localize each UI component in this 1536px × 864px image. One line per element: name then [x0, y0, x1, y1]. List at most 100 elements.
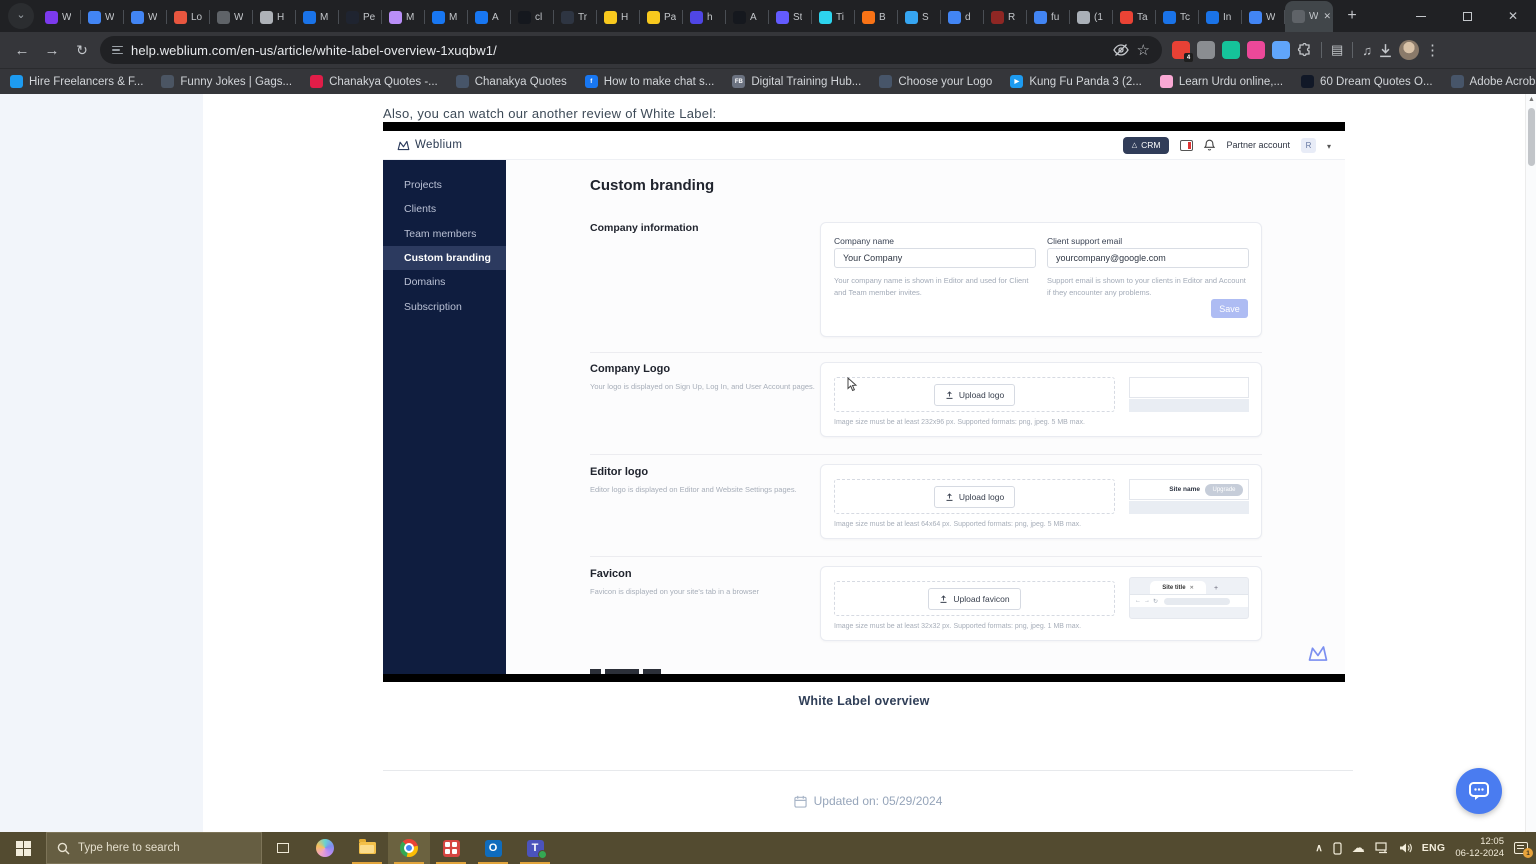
browser-tab[interactable]: Tr	[554, 2, 597, 32]
browser-tab[interactable]: Pa	[640, 2, 683, 32]
browser-tab[interactable]: Tc	[1156, 2, 1199, 32]
media-controls-icon[interactable]	[1362, 43, 1372, 58]
browser-tab[interactable]: M	[382, 2, 425, 32]
browser-tab[interactable]: cl	[511, 2, 554, 32]
partner-account-label[interactable]: Partner account	[1226, 140, 1290, 150]
extension-icon[interactable]	[1222, 41, 1240, 59]
embedded-video[interactable]: Weblium CRM Partner account R Projects	[383, 122, 1345, 682]
minimize-button[interactable]	[1398, 0, 1444, 32]
browser-tab[interactable]: M	[296, 2, 339, 32]
bookmark-item[interactable]: Adobe Acrobat	[1451, 75, 1536, 88]
site-info-icon[interactable]	[112, 46, 123, 55]
scrollbar-thumb[interactable]	[1528, 108, 1535, 166]
browser-tab[interactable]: W	[124, 2, 167, 32]
volume-icon[interactable]	[1399, 842, 1412, 854]
logo-dropzone[interactable]: Upload logo	[834, 479, 1115, 514]
browser-tab[interactable]: Lo	[167, 2, 210, 32]
reload-button[interactable]	[70, 38, 94, 62]
extension-icon[interactable]	[1247, 41, 1265, 59]
browser-menu-icon[interactable]	[1425, 41, 1440, 59]
back-button[interactable]	[10, 38, 34, 62]
crm-sidebar-item[interactable]: Custom branding	[383, 246, 506, 270]
close-window-button[interactable]	[1490, 0, 1536, 32]
bookmark-item[interactable]: ▶ Kung Fu Panda 3 (2...	[1010, 75, 1142, 88]
taskbar-search[interactable]: Type here to search	[46, 832, 262, 864]
crm-sidebar-item[interactable]: Domains	[383, 270, 506, 294]
bookmark-item[interactable]: Learn Urdu online,...	[1160, 75, 1283, 88]
extensions-puzzle-icon[interactable]	[1297, 43, 1312, 58]
bookmark-item[interactable]: Hire Freelancers & F...	[10, 75, 143, 88]
chat-widget-button[interactable]	[1456, 768, 1502, 814]
chevron-down-icon[interactable]	[1327, 136, 1331, 154]
scrollbar-up-arrow[interactable]	[1527, 96, 1536, 103]
url-text[interactable]: help.weblium.com/en-us/article/white-lab…	[131, 43, 497, 58]
upload-logo-button[interactable]: Upload logo	[934, 486, 1015, 508]
browser-tab[interactable]: St	[769, 2, 812, 32]
bookmark-item[interactable]: 60 Dream Quotes O...	[1301, 75, 1433, 88]
clock[interactable]: 12:05 06-12-2024	[1455, 836, 1504, 860]
bookmark-item[interactable]: Funny Jokes | Gags...	[161, 75, 292, 88]
favicon-dropzone[interactable]: Upload favicon	[834, 581, 1115, 616]
browser-tab[interactable]: B	[855, 2, 898, 32]
browser-tab[interactable]: fu	[1027, 2, 1070, 32]
bookmark-item[interactable]: f How to make chat s...	[585, 75, 715, 88]
language-indicator[interactable]: ENG	[1422, 842, 1446, 854]
tab-search-icon[interactable]	[8, 3, 34, 29]
bookmark-star-icon[interactable]	[1137, 41, 1150, 59]
crm-sidebar-item[interactable]: Team members	[383, 222, 506, 246]
browser-tab[interactable]: R	[984, 2, 1027, 32]
bookmark-item[interactable]: FB Digital Training Hub...	[732, 75, 861, 88]
browser-tab[interactable]: h	[683, 2, 726, 32]
upgrade-button[interactable]: Upgrade	[1205, 484, 1243, 496]
extension-icon[interactable]: 4	[1172, 41, 1190, 59]
browser-tab[interactable]: W	[38, 2, 81, 32]
extension-icon[interactable]	[1272, 41, 1290, 59]
upload-favicon-button[interactable]: Upload favicon	[928, 588, 1020, 610]
logo-dropzone[interactable]: Upload logo	[834, 377, 1115, 412]
support-email-input[interactable]: yourcompany@google.com	[1047, 248, 1249, 268]
browser-tab[interactable]: (1	[1070, 2, 1113, 32]
tab-close-icon[interactable]	[1323, 11, 1331, 22]
side-panel-icon[interactable]	[1331, 42, 1343, 58]
address-bar[interactable]: help.weblium.com/en-us/article/white-lab…	[100, 36, 1162, 64]
crm-sidebar-item[interactable]: Subscription	[383, 294, 506, 318]
eye-off-icon[interactable]	[1113, 43, 1129, 57]
crm-avatar[interactable]: R	[1301, 138, 1316, 153]
whats-new-icon[interactable]	[1180, 140, 1193, 151]
crm-button[interactable]: CRM	[1123, 137, 1170, 154]
profile-avatar[interactable]	[1399, 40, 1419, 60]
browser-tab[interactable]: S	[898, 2, 941, 32]
onedrive-icon[interactable]	[1352, 840, 1365, 856]
browser-tab[interactable]: Ta	[1113, 2, 1156, 32]
browser-tab[interactable]: W	[1242, 2, 1285, 32]
crm-sidebar-item[interactable]: Clients	[383, 197, 506, 221]
browser-tab[interactable]: d	[941, 2, 984, 32]
browser-tab[interactable]: M	[425, 2, 468, 32]
your-phone-icon[interactable]	[1333, 842, 1342, 855]
bookmark-item[interactable]: Chanakya Quotes -...	[310, 75, 438, 88]
notification-center-button[interactable]: 1	[1514, 842, 1528, 854]
browser-tab[interactable]: W	[210, 2, 253, 32]
forward-button[interactable]	[40, 38, 64, 62]
browser-tab[interactable]: In	[1199, 2, 1242, 32]
page-scrollbar[interactable]	[1525, 94, 1536, 832]
browser-tab[interactable]: A	[468, 2, 511, 32]
browser-tab[interactable]: H	[253, 2, 296, 32]
bookmark-item[interactable]: Choose your Logo	[879, 75, 992, 88]
task-view-button[interactable]	[262, 832, 304, 864]
browser-tab[interactable]: Pe	[339, 2, 382, 32]
outlook-button[interactable]: O	[472, 832, 514, 864]
crm-sidebar-item[interactable]: Projects	[383, 173, 506, 197]
bell-icon[interactable]	[1204, 139, 1215, 151]
company-name-input[interactable]: Your Company	[834, 248, 1036, 268]
new-tab-button[interactable]	[1339, 3, 1365, 29]
maximize-button[interactable]	[1444, 0, 1490, 32]
extension-icon[interactable]	[1197, 41, 1215, 59]
downloads-icon[interactable]	[1378, 43, 1393, 58]
browser-tab[interactable]: Ti	[812, 2, 855, 32]
start-button[interactable]	[0, 832, 46, 864]
copilot-button[interactable]	[304, 832, 346, 864]
tray-overflow-icon[interactable]	[1315, 843, 1322, 854]
save-button[interactable]: Save	[1211, 299, 1248, 318]
chrome-button[interactable]	[388, 832, 430, 864]
